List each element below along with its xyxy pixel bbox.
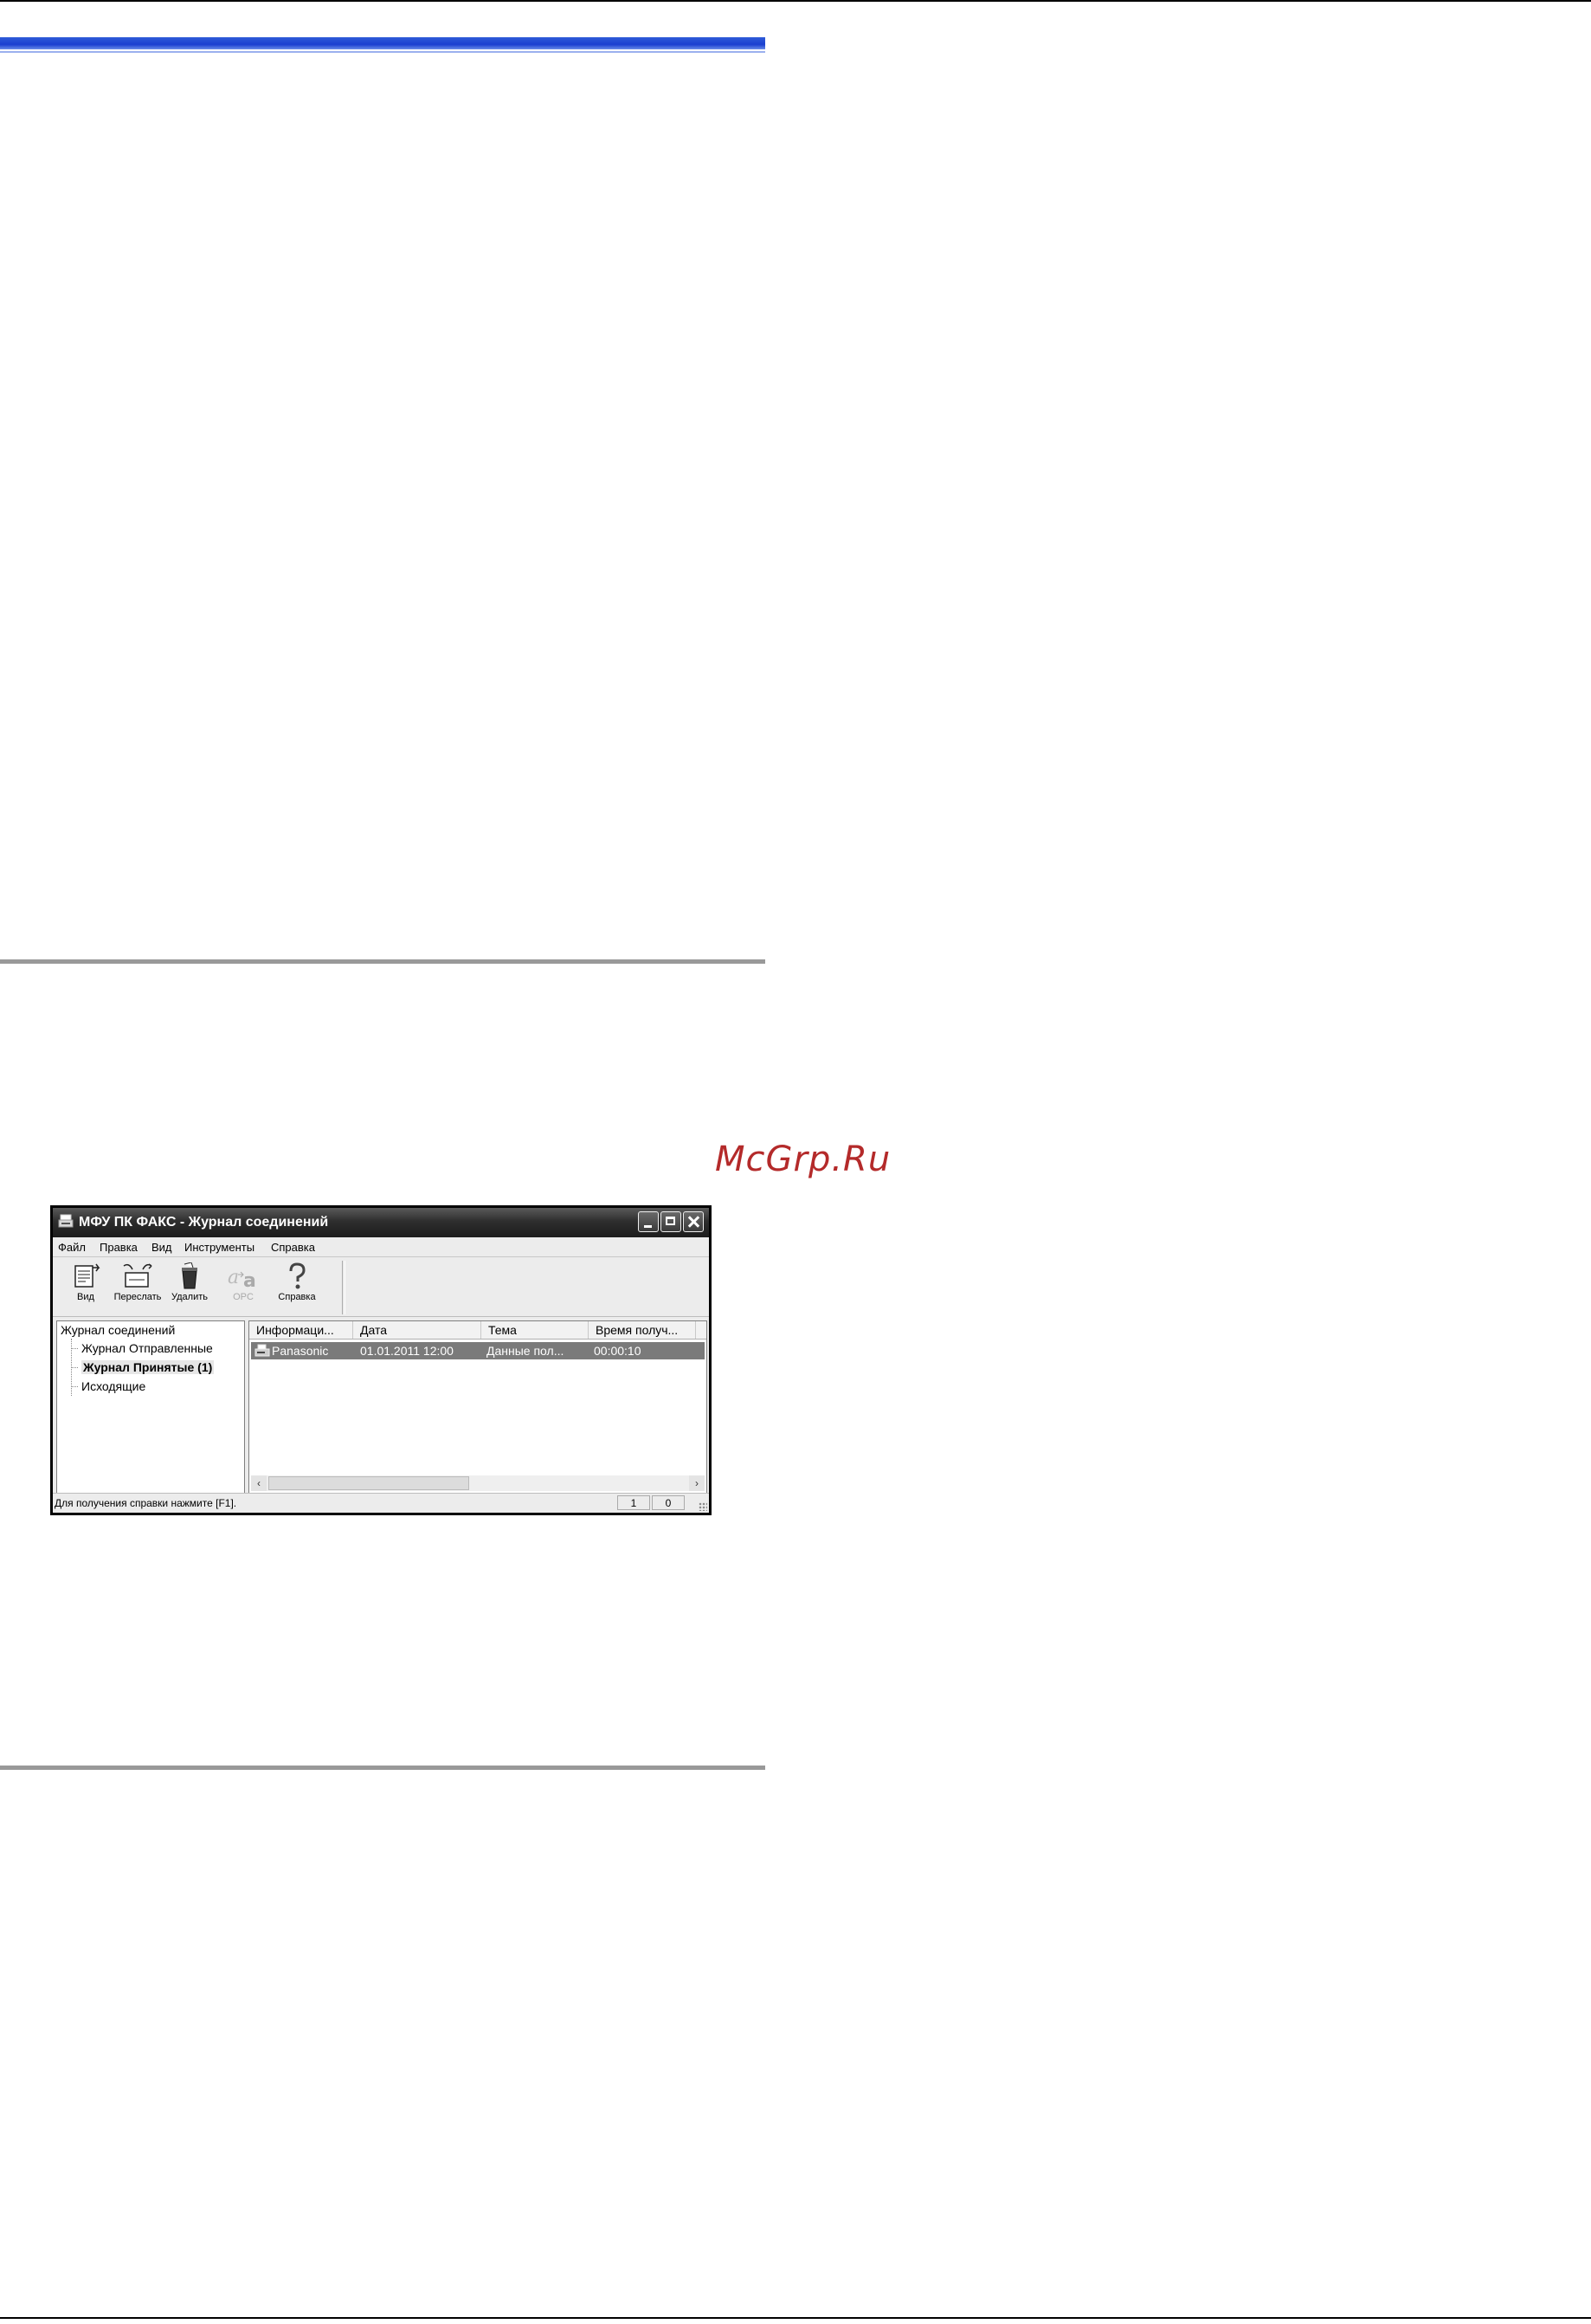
svg-text:a: a — [228, 1267, 239, 1288]
ocr-icon: a a — [228, 1267, 256, 1290]
close-button[interactable] — [683, 1211, 704, 1232]
cell-subject: Данные пол... — [486, 1344, 564, 1358]
fax-app-icon — [58, 1214, 74, 1228]
section-divider-1 — [0, 959, 765, 964]
log-list: Информаци... Дата Тема Время получ... Pa… — [248, 1320, 707, 1494]
folder-tree: Журнал соединений Журнал Отправленные Жу… — [56, 1320, 245, 1494]
column-header-time[interactable]: Время получ... — [589, 1321, 696, 1339]
view-icon — [74, 1263, 100, 1288]
trash-icon — [182, 1262, 197, 1289]
menu-edit[interactable]: Правка — [100, 1241, 138, 1254]
cell-time: 00:00:10 — [594, 1344, 641, 1358]
status-pane-1: 1 — [617, 1495, 650, 1510]
minimize-button[interactable] — [638, 1211, 659, 1232]
column-header-info[interactable]: Информаци... — [249, 1321, 353, 1339]
ocr-label: OPC — [233, 1292, 254, 1302]
table-row[interactable]: Panasonic 01.01.2011 12:00 Данные пол...… — [251, 1342, 705, 1359]
tree-connector — [71, 1367, 78, 1368]
fax-icon — [254, 1344, 270, 1357]
window-title: МФУ ПК ФАКС - Журнал соединений — [79, 1215, 329, 1230]
tree-connector — [71, 1348, 78, 1349]
scroll-thumb[interactable] — [268, 1476, 469, 1490]
help-label: Справка — [278, 1292, 316, 1302]
delete-button[interactable]: Удалить — [165, 1261, 214, 1311]
status-bar: Для получения справки нажмите [F1]. 1 0 — [53, 1493, 709, 1513]
menu-bar: Файл Правка Вид Инструменты Справка — [53, 1237, 709, 1257]
tree-root[interactable]: Журнал соединений — [61, 1323, 175, 1337]
status-pane-2: 0 — [652, 1495, 685, 1510]
delete-label: Удалить — [171, 1292, 208, 1302]
list-header: Информаци... Дата Тема Время получ... — [249, 1321, 706, 1340]
tree-item-sent[interactable]: Журнал Отправленные — [81, 1341, 213, 1355]
forward-button[interactable]: Переслать — [113, 1261, 162, 1311]
help-button[interactable]: Справка — [273, 1261, 321, 1311]
menu-view[interactable]: Вид — [151, 1241, 172, 1254]
toolbar: Вид Переслать Удалить a a OPC Справка — [53, 1257, 709, 1317]
tree-item-received[interactable]: Журнал Принятые (1) — [81, 1360, 215, 1374]
resize-grip[interactable] — [699, 1502, 707, 1511]
cell-date: 01.01.2011 12:00 — [360, 1344, 454, 1358]
scroll-left-icon[interactable]: ‹ — [251, 1475, 267, 1491]
top-rule — [0, 0, 1591, 2]
watermark: McGrp.Ru — [715, 1139, 892, 1179]
toolbar-separator — [342, 1261, 345, 1314]
view-button[interactable]: Вид — [61, 1261, 110, 1311]
column-header-date[interactable]: Дата — [353, 1321, 481, 1339]
menu-help[interactable]: Справка — [271, 1241, 315, 1254]
help-icon — [289, 1262, 306, 1289]
horizontal-scrollbar[interactable]: ‹ › — [251, 1475, 705, 1491]
bottom-rule — [0, 2317, 1591, 2319]
tree-item-outgoing[interactable]: Исходящие — [81, 1379, 145, 1393]
menu-file[interactable]: Файл — [58, 1241, 86, 1254]
maximize-button[interactable] — [660, 1211, 681, 1232]
ocr-button[interactable]: a a OPC — [219, 1261, 267, 1311]
section-header-bar — [0, 37, 765, 49]
column-header-subject[interactable]: Тема — [481, 1321, 589, 1339]
view-label: Вид — [77, 1292, 94, 1302]
section-divider-2 — [0, 1766, 765, 1770]
svg-text:a: a — [243, 1270, 256, 1290]
menu-tools[interactable]: Инструменты — [184, 1241, 254, 1254]
tree-connector — [71, 1386, 78, 1387]
section-header-underline — [0, 51, 765, 53]
forward-icon — [123, 1263, 152, 1288]
forward-label: Переслать — [113, 1292, 162, 1302]
app-window: МФУ ПК ФАКС - Журнал соединений Файл Пра… — [50, 1205, 712, 1515]
scroll-right-icon[interactable]: › — [689, 1475, 705, 1491]
cell-info: Panasonic — [272, 1344, 329, 1358]
status-text: Для получения справки нажмите [F1]. — [55, 1497, 237, 1509]
title-bar[interactable]: МФУ ПК ФАКС - Журнал соединений — [53, 1208, 709, 1237]
